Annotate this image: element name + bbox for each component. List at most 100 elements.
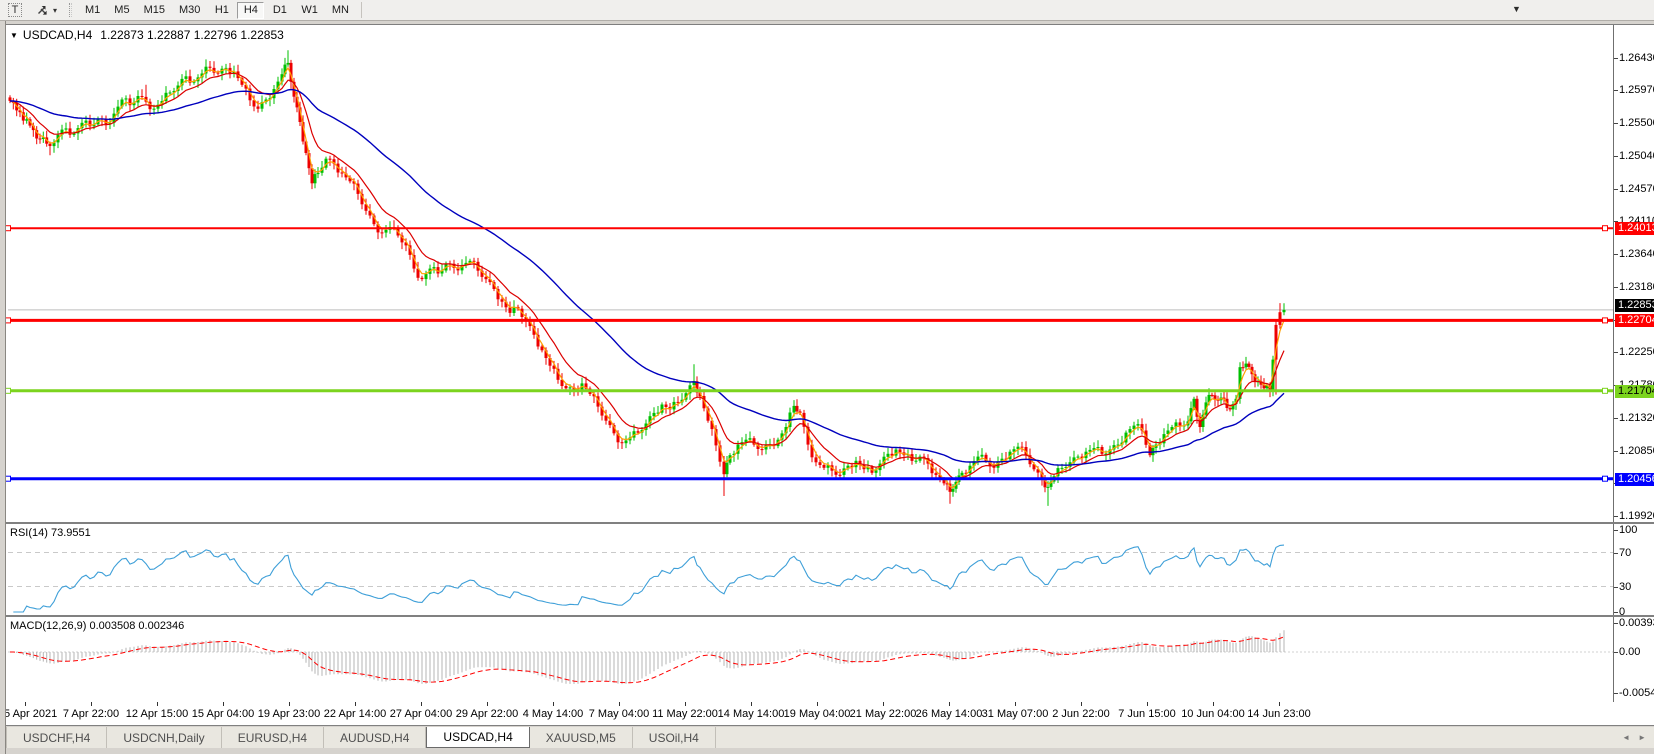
chart-tab-usdcad-h4[interactable]: USDCAD,H4 <box>426 727 529 748</box>
price-axis-tick: 1.19920 <box>1619 510 1654 522</box>
price-axis-tick: 1.25040 <box>1619 150 1654 162</box>
rsi-panel: RSI(14) 73.9551 10070300 <box>0 524 1654 615</box>
time-axis-tick <box>1015 702 1016 706</box>
price-axis-tick: 1.22250 <box>1619 346 1654 358</box>
text-tool-icon: T <box>8 3 23 17</box>
time-axis-label: 10 Jun 04:00 <box>1181 708 1245 720</box>
toolbar-overflow-icon[interactable]: ▼ <box>1512 4 1521 14</box>
chart-tab-audusd-h4[interactable]: AUDUSD,H4 <box>324 727 426 748</box>
time-axis-label: 11 May 22:00 <box>652 708 718 720</box>
current-price-badge: 1.22853 <box>1615 299 1654 312</box>
macd-axis[interactable]: 0.003936 0.00 -0.00547 <box>1613 617 1654 702</box>
status-strip <box>0 748 1654 754</box>
macd-label: MACD(12,26,9) 0.003508 0.002346 <box>10 620 184 632</box>
time-axis-tick <box>487 702 488 706</box>
timeframe-button-m5[interactable]: M5 <box>108 2 135 19</box>
time-axis-label: 15 Apr 04:00 <box>192 708 254 720</box>
time-axis-tick <box>421 702 422 706</box>
time-axis[interactable]: 5 Apr 2021 7 Apr 22:00 12 Apr 15:00 15 Apr … <box>0 702 1654 726</box>
timeframe-button-h4[interactable]: H4 <box>237 2 264 19</box>
chart-tab-xauusd-m5[interactable]: XAUUSD,M5 <box>530 727 633 748</box>
price-line-badge: 1.21704 <box>1615 385 1654 398</box>
price-axis-tick: 1.25500 <box>1619 117 1654 129</box>
macd-axis-tick: -0.00547 <box>1619 687 1654 699</box>
time-axis-tick <box>1279 702 1280 706</box>
chart-title: ▼USDCAD,H41.22873 1.22887 1.22796 1.2285… <box>10 28 284 42</box>
top-toolbar: T ▾ M1M5M15M30H1H4D1W1MN ▼ <box>0 0 1654 21</box>
toolbar-separator <box>361 2 362 18</box>
price-axis[interactable]: 1.264301.259701.255001.250401.245701.241… <box>1613 25 1654 522</box>
time-axis-label: 27 Apr 04:00 <box>390 708 452 720</box>
time-axis-label: 7 Apr 22:00 <box>63 708 119 720</box>
time-axis-tick <box>1147 702 1148 706</box>
tab-scroll-controls: ◄ ► <box>1622 727 1646 748</box>
rsi-canvas[interactable] <box>0 524 1613 615</box>
timeframe-button-m1[interactable]: M1 <box>79 2 106 19</box>
time-axis-label: 19 May 04:00 <box>784 708 851 720</box>
price-line-badge: 1.22704 <box>1615 314 1654 327</box>
time-axis-label: 29 Apr 22:00 <box>456 708 518 720</box>
rsi-axis[interactable]: 10070300 <box>1613 524 1654 615</box>
macd-panel: MACD(12,26,9) 0.003508 0.002346 0.003936… <box>0 617 1654 702</box>
time-axis-tick <box>619 702 620 706</box>
time-axis-label: 14 Jun 23:00 <box>1247 708 1311 720</box>
time-axis-tick <box>157 702 158 706</box>
time-axis-label: 26 May 14:00 <box>916 708 983 720</box>
timeframe-group: M1M5M15M30H1H4D1W1MN <box>78 2 356 19</box>
time-axis-label: 31 May 07:00 <box>982 708 1049 720</box>
time-axis-tick <box>553 702 554 706</box>
time-axis-label: 2 Jun 22:00 <box>1052 708 1110 720</box>
tab-scroll-left-icon[interactable]: ◄ <box>1622 733 1630 742</box>
diagonal-arrows-icon <box>35 3 50 17</box>
panel-splitter[interactable] <box>0 522 1654 524</box>
chart-tab-usdcnh-daily[interactable]: USDCNH,Daily <box>107 727 221 748</box>
time-axis-tick <box>1081 702 1082 706</box>
rsi-axis-tick: 70 <box>1619 547 1631 559</box>
macd-axis-tick: 0.00 <box>1619 646 1640 658</box>
time-axis-label: 21 May 22:00 <box>850 708 917 720</box>
timeframe-button-mn[interactable]: MN <box>326 2 355 19</box>
price-axis-tick: 1.26430 <box>1619 52 1654 64</box>
time-axis-tick <box>289 702 290 706</box>
rsi-axis-tick: 100 <box>1619 524 1637 536</box>
time-axis-tick <box>685 702 686 706</box>
time-axis-label: 4 May 14:00 <box>523 708 584 720</box>
tab-scroll-right-icon[interactable]: ► <box>1638 733 1646 742</box>
price-axis-tick: 1.23640 <box>1619 248 1654 260</box>
time-axis-tick <box>91 702 92 706</box>
time-axis-tick <box>949 702 950 706</box>
timeframe-button-w1[interactable]: W1 <box>295 2 324 19</box>
price-axis-tick: 1.20850 <box>1619 445 1654 457</box>
price-axis-tick: 1.23180 <box>1619 281 1654 293</box>
text-tool-button[interactable]: T <box>3 2 27 19</box>
timeframe-button-d1[interactable]: D1 <box>266 2 293 19</box>
chart-tab-usdchf-h4[interactable]: USDCHF,H4 <box>6 727 107 748</box>
rsi-label: RSI(14) 73.9551 <box>10 527 91 539</box>
time-axis-tick <box>223 702 224 706</box>
rsi-axis-tick: 30 <box>1619 581 1631 593</box>
price-axis-tick: 1.24570 <box>1619 183 1654 195</box>
chart-tab-usoil-h4[interactable]: USOil,H4 <box>633 727 716 748</box>
time-axis-label: 19 Apr 23:00 <box>258 708 320 720</box>
cursor-arrows-button[interactable]: ▾ <box>31 2 61 19</box>
chart-tab-eurusd-h4[interactable]: EURUSD,H4 <box>222 727 324 748</box>
timeframe-button-m30[interactable]: M30 <box>173 2 206 19</box>
panel-splitter[interactable] <box>0 615 1654 617</box>
timeframe-button-m15[interactable]: M15 <box>138 2 171 19</box>
chart-tab-bar: USDCHF,H4USDCNH,DailyEURUSD,H4AUDUSD,H4U… <box>0 727 1654 748</box>
price-axis-tick: 1.21320 <box>1619 412 1654 424</box>
time-axis-label: 7 May 04:00 <box>589 708 650 720</box>
macd-axis-tick: 0.003936 <box>1619 617 1654 629</box>
timeframe-button-h1[interactable]: H1 <box>208 2 235 19</box>
time-axis-label: 5 Apr 2021 <box>4 708 57 720</box>
time-axis-label: 14 May 14:00 <box>718 708 785 720</box>
window-left-edge <box>0 21 6 754</box>
time-axis-tick <box>1213 702 1214 706</box>
time-axis-label: 12 Apr 15:00 <box>126 708 188 720</box>
time-axis-tick <box>751 702 752 706</box>
macd-canvas[interactable] <box>0 617 1613 702</box>
time-axis-tick <box>355 702 356 706</box>
chart-title-quotes: 1.22873 1.22887 1.22796 1.22853 <box>100 28 284 42</box>
collapse-triangle-icon[interactable]: ▼ <box>10 31 18 40</box>
price-chart-canvas[interactable] <box>0 25 1613 522</box>
